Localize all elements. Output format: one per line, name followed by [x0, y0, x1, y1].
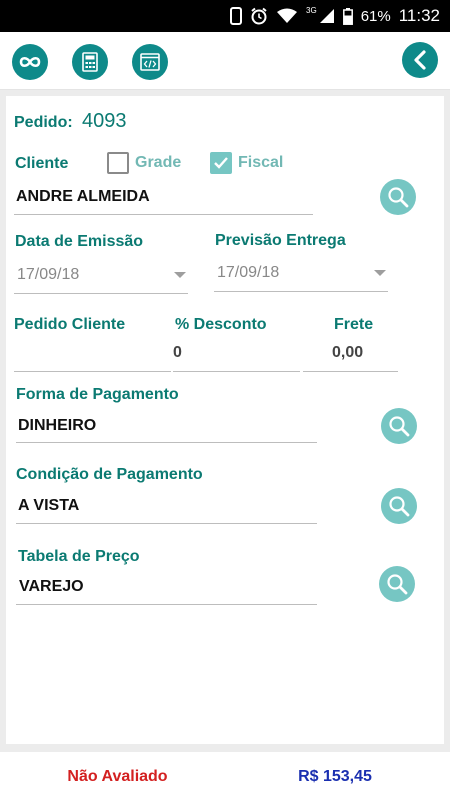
- cliente-label: Cliente: [15, 155, 69, 172]
- cliente-search-button[interactable]: [380, 179, 416, 215]
- desconto-label: % Desconto: [175, 316, 267, 333]
- calculator-icon: [82, 52, 98, 72]
- condicao-pagamento-search-button[interactable]: [381, 488, 417, 524]
- alarm-icon: [251, 7, 267, 25]
- clock: 11:32: [398, 6, 440, 25]
- grade-checkbox[interactable]: [107, 152, 129, 174]
- previsao-dropdown-icon[interactable]: [374, 270, 386, 276]
- status-bar: 3G 61% 11:32: [0, 0, 450, 32]
- status-icons: 3G 61% 11:32: [230, 0, 440, 32]
- pedido-cliente-label: Pedido Cliente: [14, 316, 126, 333]
- condicao-pagamento-underline: [16, 523, 317, 524]
- search-icon: [389, 416, 410, 437]
- chevron-left-icon: [414, 50, 426, 70]
- fiscal-checkbox[interactable]: [210, 152, 232, 174]
- previsao-underline: [214, 291, 388, 292]
- forma-pagamento-field[interactable]: DINHEIRO: [18, 417, 96, 435]
- battery-percent: 61%: [360, 7, 391, 25]
- previsao-label: Previsão Entrega: [215, 232, 346, 249]
- data-emissao-label: Data de Emissão: [15, 233, 144, 250]
- search-icon: [387, 574, 408, 595]
- code-icon: [140, 53, 160, 71]
- grade-label: Grade: [135, 154, 182, 171]
- forma-pagamento-search-button[interactable]: [381, 408, 417, 444]
- tabela-preco-search-button[interactable]: [379, 566, 415, 602]
- code-button[interactable]: [132, 44, 168, 80]
- condicao-pagamento-field[interactable]: A VISTA: [18, 497, 79, 515]
- order-total: R$ 153,45: [298, 768, 372, 785]
- data-emissao-underline: [14, 293, 188, 294]
- desconto-field[interactable]: 0: [173, 344, 182, 362]
- forma-pagamento-underline: [16, 442, 317, 443]
- pedido-number: 4093: [82, 110, 127, 132]
- footer: Não Avaliado R$ 153,45: [0, 752, 450, 800]
- search-icon: [389, 496, 410, 517]
- data-emissao-field[interactable]: 17/09/18: [17, 266, 79, 284]
- previsao-field[interactable]: 17/09/18: [217, 264, 279, 282]
- check-icon: [214, 157, 228, 169]
- cliente-field[interactable]: ANDRE ALMEIDA: [16, 188, 150, 206]
- pedido-label: Pedido:: [14, 114, 73, 131]
- evaluation-status: Não Avaliado: [67, 768, 168, 785]
- frete-field[interactable]: 0,00: [332, 344, 363, 362]
- condicao-pagamento-label: Condição de Pagamento: [16, 466, 203, 483]
- search-icon: [388, 187, 409, 208]
- infinity-icon: [19, 56, 41, 68]
- forma-pagamento-label: Forma de Pagamento: [16, 386, 179, 403]
- order-form: Pedido: 4093 Cliente Grade Fiscal ANDRE …: [6, 96, 444, 744]
- back-button[interactable]: [402, 42, 438, 78]
- desconto-underline: [173, 371, 300, 372]
- data-emissao-dropdown-icon[interactable]: [174, 272, 186, 278]
- calculator-button[interactable]: [72, 44, 108, 80]
- toolbar: [0, 32, 450, 90]
- tabela-preco-field[interactable]: VAREJO: [19, 578, 84, 596]
- frete-underline: [303, 371, 398, 372]
- battery-icon: [342, 7, 353, 25]
- infinity-button[interactable]: [12, 44, 48, 80]
- cliente-underline: [14, 214, 313, 215]
- phone-icon: [230, 7, 243, 25]
- tabela-preco-label: Tabela de Preço: [18, 548, 140, 565]
- fiscal-label: Fiscal: [238, 154, 284, 171]
- signal-icon: [319, 9, 334, 23]
- pedido-cliente-underline: [14, 371, 171, 372]
- wifi-icon: [277, 8, 298, 23]
- frete-label: Frete: [334, 316, 374, 333]
- tabela-preco-underline: [16, 604, 317, 605]
- network-type: 3G: [306, 5, 317, 15]
